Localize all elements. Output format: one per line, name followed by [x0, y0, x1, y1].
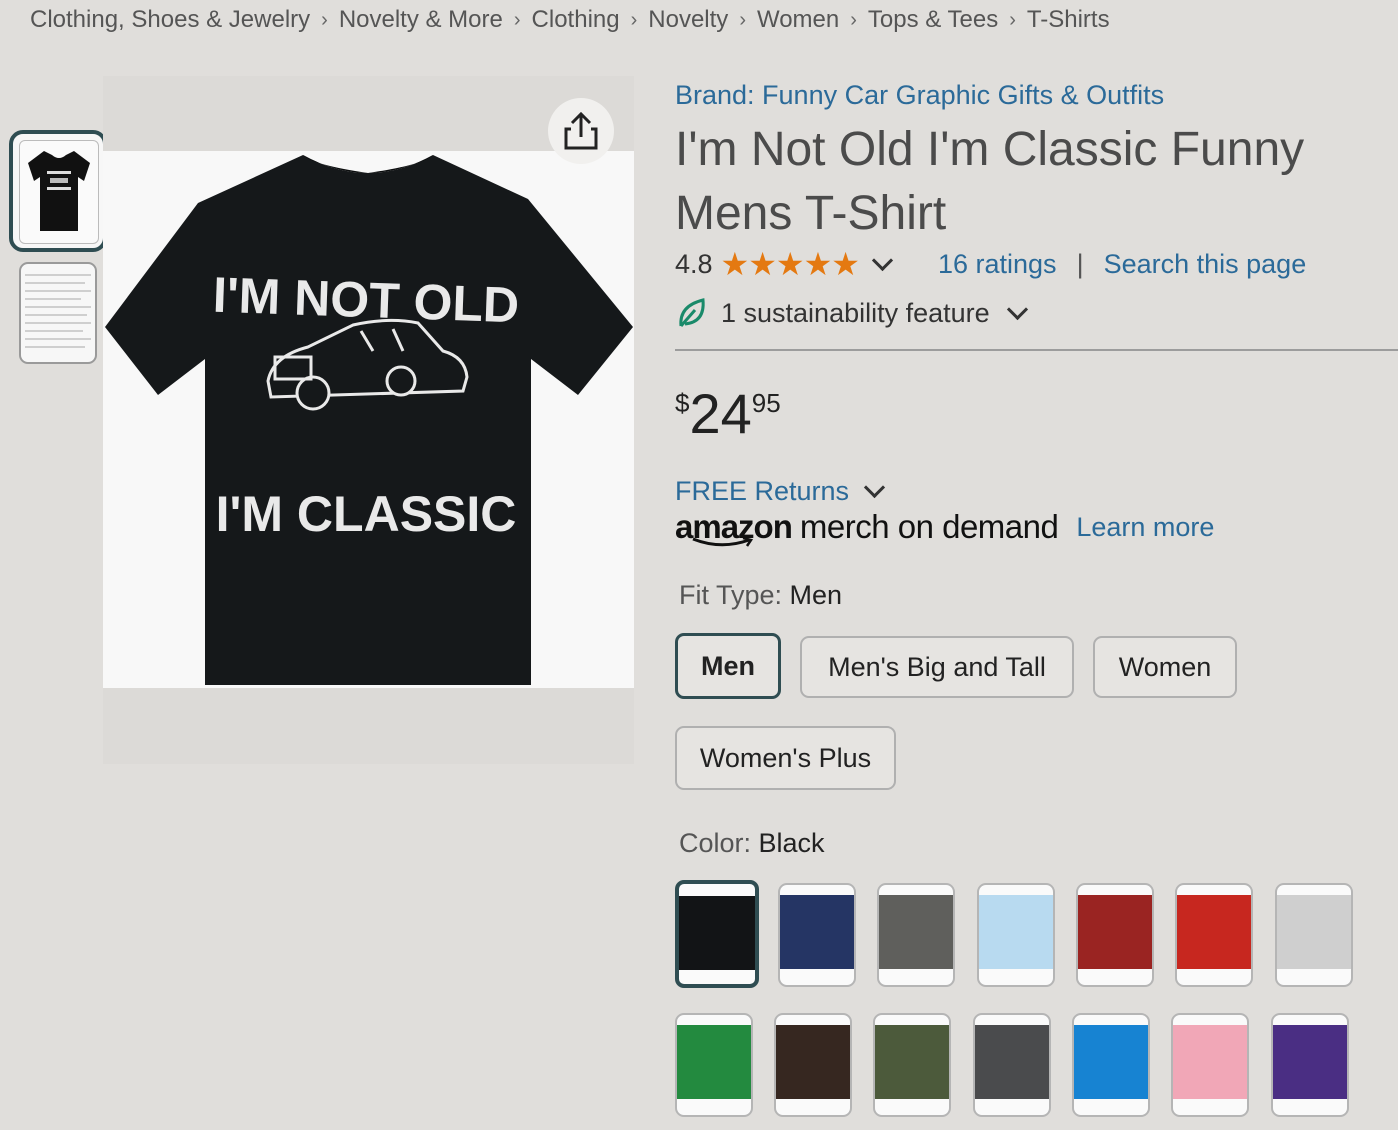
- swatch-fill: [1074, 1025, 1148, 1099]
- breadcrumb-item-women[interactable]: Women: [757, 6, 839, 34]
- breadcrumb-separator: ›: [739, 8, 746, 31]
- price-fraction: 95: [751, 388, 781, 418]
- free-returns[interactable]: FREE Returns: [675, 476, 886, 507]
- thumbnail-shirt-image: [19, 140, 99, 244]
- swatch-fill: [979, 895, 1053, 969]
- color-swatch-dark-heather[interactable]: [973, 1013, 1051, 1117]
- shirt-text-line2: I'M CLASSIC: [216, 486, 517, 542]
- search-this-page-link[interactable]: Search this page: [1104, 249, 1307, 280]
- sustainability-text: 1 sustainability feature: [721, 297, 990, 328]
- share-button[interactable]: [548, 98, 614, 164]
- breadcrumb-separator: ›: [513, 8, 521, 31]
- chevron-down-icon: [863, 476, 886, 499]
- color-swatch-kelly-green[interactable]: [675, 1013, 753, 1117]
- swatch-fill: [1177, 895, 1251, 969]
- color-value: Black: [758, 828, 825, 858]
- fit-option-men[interactable]: Men: [675, 633, 781, 699]
- swatch-fill: [679, 896, 755, 970]
- swatch-fill: [875, 1025, 949, 1099]
- star-icon: ★: [748, 246, 777, 282]
- color-label: Color: Black: [679, 828, 825, 859]
- sustainability-feature[interactable]: 1 sustainability feature: [675, 296, 1028, 330]
- fit-type-value: Men: [789, 580, 843, 610]
- breadcrumb-item-clothing-shoes-jewelry[interactable]: Clothing, Shoes & Jewelry: [30, 6, 310, 34]
- chevron-down-icon[interactable]: [871, 249, 894, 271]
- leaf-icon: [679, 298, 705, 327]
- separator: |: [1076, 248, 1084, 279]
- breadcrumb-separator: ›: [1009, 8, 1016, 31]
- rating-value: 4.8: [675, 248, 713, 279]
- fit-option-women[interactable]: Women: [1093, 636, 1237, 698]
- size-chart-thumbnail-image: [25, 274, 91, 348]
- color-swatch-navy[interactable]: [778, 883, 856, 987]
- color-swatch-baby-blue[interactable]: [977, 883, 1055, 987]
- amazon-smile-icon: [692, 536, 754, 547]
- thumbnail-size-chart[interactable]: [19, 262, 97, 364]
- tshirt-image: I'M NOT OLD I'M CLASSIC: [105, 155, 633, 685]
- swatch-fill: [975, 1025, 1049, 1099]
- price: $2495: [675, 384, 781, 444]
- breadcrumb-separator: ›: [630, 8, 638, 31]
- fit-option-womens-plus[interactable]: Women's Plus: [675, 726, 896, 790]
- swatch-fill: [1078, 895, 1152, 969]
- color-label-text: Color:: [679, 828, 759, 858]
- color-swatch-grey[interactable]: [877, 883, 955, 987]
- merch-on-demand: amazon merch on demand Learn more: [675, 508, 1214, 547]
- star-icon: ★: [775, 246, 805, 282]
- color-swatch-red[interactable]: [1175, 883, 1253, 987]
- fit-option-mens-big-and-tall[interactable]: Men's Big and Tall: [800, 636, 1074, 698]
- breadcrumb-separator: ›: [321, 8, 328, 31]
- color-swatch-purple[interactable]: [1271, 1013, 1349, 1117]
- swatch-fill: [776, 1025, 850, 1099]
- share-icon: [564, 111, 598, 150]
- main-product-image[interactable]: I'M NOT OLD I'M CLASSIC: [103, 76, 634, 764]
- star-icon: ★: [831, 246, 860, 282]
- divider: [675, 349, 1398, 351]
- merch-on-demand-text: merch on demand: [799, 508, 1059, 545]
- swatch-fill: [677, 1025, 751, 1099]
- color-swatch-brown[interactable]: [774, 1013, 852, 1117]
- swatch-fill: [879, 895, 953, 969]
- breadcrumb-item-clothing[interactable]: Clothing: [532, 6, 620, 34]
- star-icon: ★: [720, 246, 750, 282]
- breadcrumb-item-tops-tees[interactable]: Tops & Tees: [868, 6, 998, 34]
- breadcrumb-item-novelty-more[interactable]: Novelty & More: [339, 6, 503, 34]
- brand-link[interactable]: Brand: Funny Car Graphic Gifts & Outfits: [675, 80, 1164, 111]
- fit-type-label: Fit Type: Men: [679, 580, 842, 611]
- learn-more-link[interactable]: Learn more: [1076, 512, 1214, 543]
- color-swatch-cranberry[interactable]: [1076, 883, 1154, 987]
- amazon-logo: amazon: [675, 508, 793, 547]
- swatch-fill: [1273, 1025, 1347, 1099]
- thumbnail-shirt[interactable]: [9, 130, 107, 252]
- price-whole: 24: [689, 382, 752, 445]
- breadcrumb: Clothing, Shoes & Jewelry › Novelty & Mo…: [30, 6, 1110, 34]
- swatch-fill: [1173, 1025, 1247, 1099]
- chevron-down-icon: [1006, 298, 1028, 320]
- color-swatch-black[interactable]: [675, 880, 759, 988]
- product-title: I'm Not Old I'm Classic Funny Mens T-Shi…: [675, 123, 1305, 240]
- fit-type-label-text: Fit Type:: [679, 580, 790, 610]
- rating-row: 4.8 ★ ★ ★ ★ ★ 16 ratings | Search this p…: [675, 248, 1306, 280]
- rating-stars[interactable]: ★ ★ ★ ★ ★: [720, 246, 860, 282]
- product-image-background: I'M NOT OLD I'M CLASSIC: [103, 151, 634, 688]
- color-swatch-pink[interactable]: [1171, 1013, 1249, 1117]
- price-symbol: $: [675, 388, 690, 418]
- breadcrumb-item-t-shirts[interactable]: T-Shirts: [1027, 6, 1110, 34]
- free-returns-text: FREE Returns: [675, 476, 850, 506]
- breadcrumb-item-novelty[interactable]: Novelty: [648, 6, 728, 34]
- swatch-fill: [780, 895, 854, 969]
- ratings-count-link[interactable]: 16 ratings: [938, 249, 1057, 280]
- swatch-fill: [1277, 895, 1351, 969]
- color-swatch-olive[interactable]: [873, 1013, 951, 1117]
- color-swatch-royal-blue[interactable]: [1072, 1013, 1150, 1117]
- star-icon: ★: [803, 246, 833, 282]
- breadcrumb-separator: ›: [850, 8, 857, 31]
- color-swatch-silver[interactable]: [1275, 883, 1353, 987]
